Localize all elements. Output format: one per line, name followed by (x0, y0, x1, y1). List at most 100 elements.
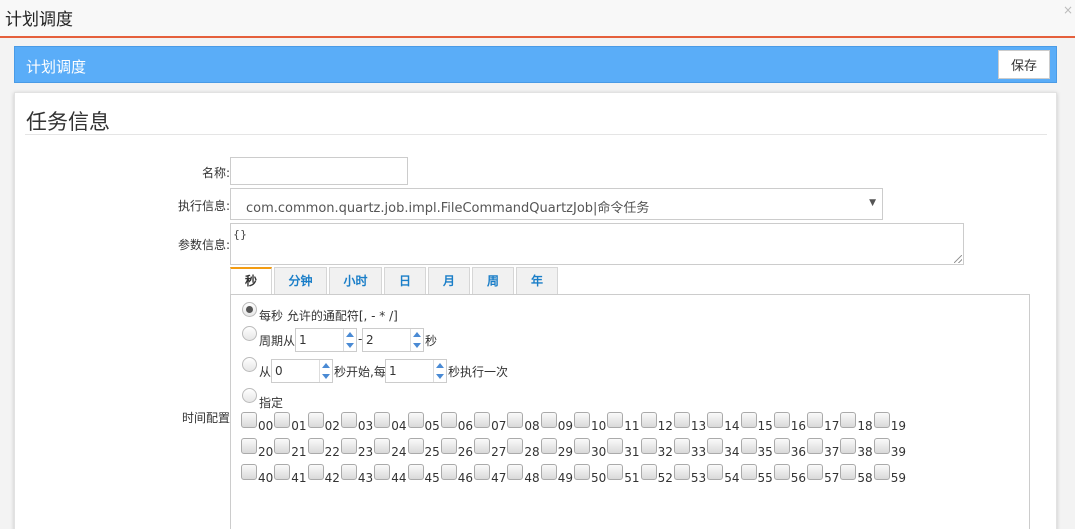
second-checkbox[interactable] (307, 464, 324, 480)
second-checkbox[interactable] (340, 412, 357, 428)
second-checkbox[interactable] (540, 464, 557, 480)
second-checkbox[interactable] (707, 438, 724, 454)
second-checkbox[interactable] (773, 412, 790, 428)
second-checkbox[interactable] (640, 412, 657, 428)
second-checkbox[interactable] (340, 438, 357, 454)
tab-second[interactable]: 秒 (230, 267, 272, 296)
stepper-up-icon[interactable] (436, 363, 444, 368)
second-checkbox[interactable] (307, 438, 324, 454)
second-checkbox[interactable] (307, 412, 324, 428)
second-checkbox[interactable] (507, 438, 524, 454)
second-checkbox[interactable] (807, 438, 824, 454)
save-button[interactable]: 保存 (998, 50, 1050, 79)
second-checkbox[interactable] (407, 412, 424, 428)
exec-select[interactable]: com.common.quartz.job.impl.FileCommandQu… (230, 188, 883, 220)
second-checkbox[interactable] (507, 464, 524, 480)
tab-minute[interactable]: 分钟 (274, 267, 327, 295)
second-checkbox[interactable] (873, 438, 890, 454)
second-checkbox-label: 21 (291, 445, 307, 459)
tab-year[interactable]: 年 (516, 267, 558, 295)
second-checkbox[interactable] (540, 438, 557, 454)
option-every-radio[interactable] (242, 302, 257, 317)
second-checkbox[interactable] (274, 464, 291, 480)
option-start-radio[interactable] (242, 357, 257, 372)
second-checkbox[interactable] (740, 464, 757, 480)
second-checkbox[interactable] (707, 412, 724, 428)
tab-day[interactable]: 日 (384, 267, 426, 295)
second-checkbox[interactable] (340, 464, 357, 480)
period-from-stepper[interactable]: 1 (295, 328, 357, 352)
second-checkbox[interactable] (440, 438, 457, 454)
second-checkbox[interactable] (807, 412, 824, 428)
stepper-buttons (433, 360, 446, 382)
start-every-stepper[interactable]: 1 (385, 359, 447, 383)
second-checkbox[interactable] (773, 438, 790, 454)
window-title: 计划调度 (5, 10, 73, 30)
second-checkbox[interactable] (574, 438, 590, 454)
close-icon[interactable]: × (1063, 3, 1073, 17)
resize-grip-icon[interactable] (954, 255, 962, 263)
second-checkbox[interactable] (740, 438, 757, 454)
second-checkbox[interactable] (440, 412, 457, 428)
second-checkbox[interactable] (574, 464, 590, 480)
second-checkbox[interactable] (873, 412, 890, 428)
second-checkbox[interactable] (374, 464, 391, 480)
second-checkbox[interactable] (374, 412, 391, 428)
second-checkbox[interactable] (840, 438, 857, 454)
stepper-up-icon[interactable] (413, 332, 421, 337)
second-checkbox[interactable] (673, 438, 690, 454)
period-to-stepper[interactable]: 2 (362, 328, 424, 352)
second-checkbox[interactable] (607, 464, 624, 480)
second-checkbox-label: 10 (591, 419, 607, 433)
second-checkbox[interactable] (707, 464, 724, 480)
second-checkbox-label: 20 (258, 445, 274, 459)
period-to-value: 2 (366, 333, 374, 347)
second-checkbox[interactable] (574, 412, 590, 428)
second-checkbox[interactable] (507, 412, 524, 428)
stepper-down-icon[interactable] (346, 343, 354, 348)
second-checkbox[interactable] (474, 412, 491, 428)
second-checkbox[interactable] (873, 464, 890, 480)
option-specify-radio[interactable] (242, 388, 257, 403)
second-checkbox[interactable] (407, 464, 424, 480)
second-checkbox-label: 43 (357, 471, 374, 485)
stepper-down-icon[interactable] (436, 374, 444, 379)
second-checkbox-label: 39 (890, 445, 906, 459)
second-checkbox[interactable] (640, 438, 657, 454)
stepper-down-icon[interactable] (413, 343, 421, 348)
second-checkbox-label: 02 (324, 419, 340, 433)
second-checkbox[interactable] (807, 464, 824, 480)
second-checkbox[interactable] (241, 438, 257, 454)
second-checkbox[interactable] (773, 464, 790, 480)
second-checkbox[interactable] (440, 464, 457, 480)
param-textarea[interactable]: {} (230, 223, 964, 265)
second-checkbox[interactable] (474, 438, 491, 454)
tab-hour[interactable]: 小时 (329, 267, 382, 295)
second-checkbox[interactable] (607, 438, 624, 454)
second-checkbox[interactable] (407, 438, 424, 454)
tab-month[interactable]: 月 (428, 267, 470, 295)
second-checkbox-label: 36 (790, 445, 807, 459)
start-from-stepper[interactable]: 0 (271, 359, 333, 383)
second-checkbox[interactable] (241, 412, 257, 428)
second-checkbox[interactable] (540, 412, 557, 428)
stepper-up-icon[interactable] (346, 332, 354, 337)
second-checkbox[interactable] (673, 464, 690, 480)
second-checkbox[interactable] (840, 464, 857, 480)
second-checkbox[interactable] (241, 464, 257, 480)
second-checkbox[interactable] (474, 464, 491, 480)
second-checkbox[interactable] (640, 464, 657, 480)
second-checkbox[interactable] (840, 412, 857, 428)
option-period-radio[interactable] (242, 326, 257, 341)
second-checkbox[interactable] (607, 412, 624, 428)
second-checkbox-label: 03 (357, 419, 374, 433)
second-checkbox[interactable] (374, 438, 391, 454)
second-checkbox[interactable] (740, 412, 757, 428)
second-checkbox[interactable] (673, 412, 690, 428)
stepper-up-icon[interactable] (322, 363, 330, 368)
stepper-down-icon[interactable] (322, 374, 330, 379)
second-checkbox[interactable] (274, 412, 291, 428)
second-checkbox[interactable] (274, 438, 291, 454)
name-input[interactable] (230, 157, 408, 185)
tab-week[interactable]: 周 (472, 267, 514, 295)
